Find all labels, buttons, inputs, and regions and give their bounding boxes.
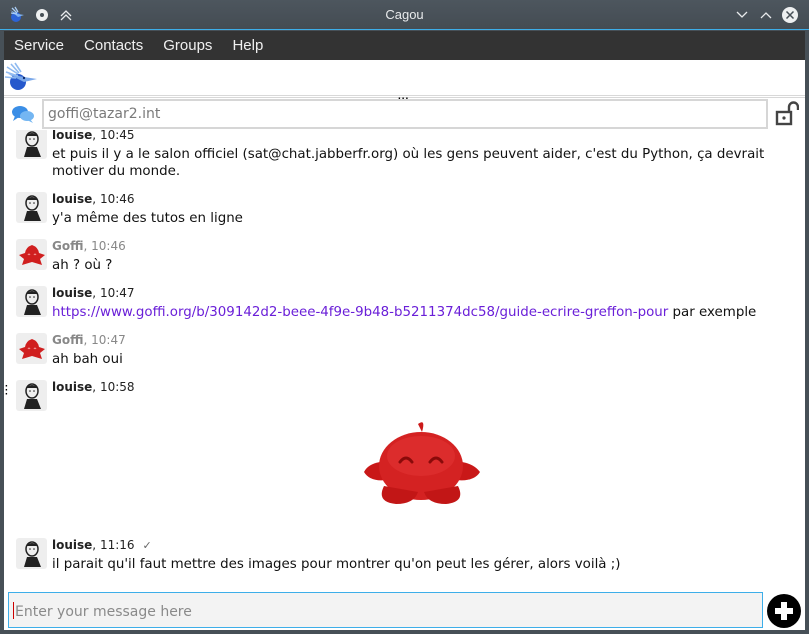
message-time: 10:47	[91, 333, 126, 347]
menu-bar: Service Contacts Groups Help	[4, 31, 805, 60]
message-input-placeholder: Enter your message here	[15, 604, 192, 620]
message-time: 10:58	[99, 380, 135, 394]
toolbar	[4, 60, 805, 94]
unlocked-padlock-icon[interactable]	[775, 101, 800, 132]
window-title: Cagou	[385, 7, 424, 22]
message-header: louise, 10:58	[52, 380, 135, 394]
message-header: louise, 10:46	[52, 192, 135, 206]
message-nick: Goffi	[52, 239, 84, 253]
avatar-louise	[16, 192, 47, 223]
message-text: il parait qu'il faut mettre des images p…	[52, 557, 621, 572]
message-text: ah ? où ?	[52, 258, 113, 273]
close-icon[interactable]	[781, 6, 799, 24]
chat-header: goffi@tazar2.int	[4, 98, 805, 130]
message-time: 10:46	[99, 192, 135, 206]
message-text: y'a même des tutos en ligne	[52, 211, 243, 226]
menu-service[interactable]: Service	[4, 31, 74, 60]
add-attachment-button[interactable]	[767, 594, 801, 628]
message-link[interactable]: https://www.goffi.org/b/309142d2-beee-4f…	[52, 305, 668, 320]
message-header: louise, 11:16 ✓	[52, 538, 152, 552]
menu-contacts[interactable]: Contacts	[74, 31, 153, 60]
message-input[interactable]: Enter your message here	[8, 592, 763, 628]
maximize-icon[interactable]	[757, 6, 775, 24]
message-header: Goffi, 10:47	[52, 333, 126, 347]
plus-icon	[775, 602, 793, 620]
avatar-louise	[16, 286, 47, 317]
side-panel-handle[interactable]: · · ·	[5, 382, 8, 400]
title-bar: Cagou	[0, 0, 809, 30]
chat-bubbles-icon[interactable]	[11, 104, 35, 129]
message-header: louise, 10:47	[52, 286, 135, 300]
avatar-louise	[16, 380, 47, 411]
message-nick: louise	[52, 192, 93, 206]
text-cursor	[13, 602, 14, 619]
message-nick: Goffi	[52, 333, 84, 347]
delivered-check-icon: ✓	[142, 539, 152, 552]
message-nick: louise	[52, 538, 93, 552]
message-list[interactable]: louise, 10:45 et puis il y a le salon of…	[4, 130, 805, 578]
jid-input[interactable]: goffi@tazar2.int	[42, 99, 768, 129]
avatar-goffi	[16, 239, 47, 270]
message-header: louise, 10:45	[52, 130, 135, 142]
avatar-louise	[16, 538, 47, 569]
cagou-logo-icon[interactable]	[4, 62, 38, 97]
avatar-louise	[16, 130, 47, 159]
message-header: Goffi, 10:46	[52, 239, 126, 253]
message-text: https://www.goffi.org/b/309142d2-beee-4f…	[52, 304, 782, 321]
minimize-icon[interactable]	[733, 6, 751, 24]
message-time: 10:47	[99, 286, 135, 300]
message-time: 10:46	[91, 239, 126, 253]
message-nick: louise	[52, 380, 93, 394]
app-window: Cagou Service Contacts Groups Help ... g…	[0, 0, 809, 634]
message-text: ah bah oui	[52, 352, 123, 367]
message-nick: louise	[52, 286, 93, 300]
message-text-after: par exemple	[668, 305, 757, 320]
message-time: 11:16	[99, 538, 135, 552]
message-time: 10:45	[99, 130, 135, 142]
menu-help[interactable]: Help	[222, 31, 273, 60]
main-content: Service Contacts Groups Help ... goffi@t…	[4, 31, 805, 630]
message-nick: louise	[52, 130, 93, 142]
menu-groups[interactable]: Groups	[153, 31, 222, 60]
message-text: et puis il y a le salon officiel (sat@ch…	[52, 147, 765, 179]
input-bar: Enter your message here	[4, 586, 805, 630]
avatar-goffi	[16, 333, 47, 364]
red-mascot-image[interactable]	[356, 416, 486, 517]
